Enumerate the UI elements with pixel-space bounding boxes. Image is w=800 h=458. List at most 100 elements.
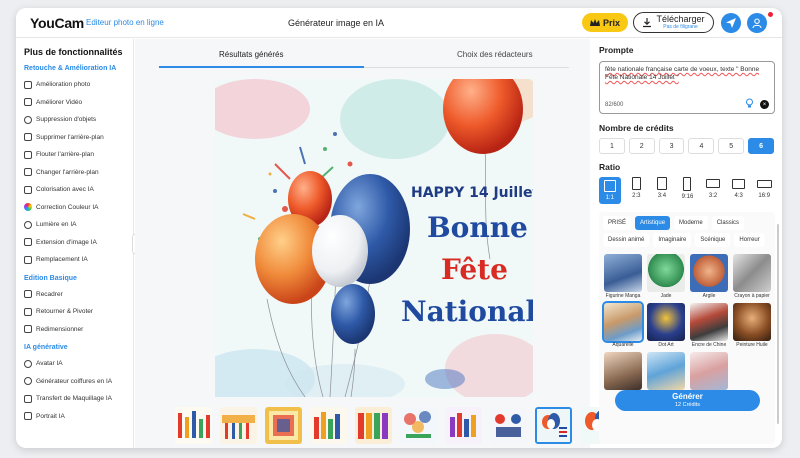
style-aquarelle[interactable]: Aquarelle <box>602 301 644 348</box>
style-label: Dot Art <box>658 342 674 348</box>
sidebar-item-lumiere[interactable]: Lumière en IA <box>24 216 133 234</box>
style-card[interactable] <box>603 352 643 391</box>
style-label: Argile <box>702 293 716 299</box>
credit-option-1[interactable]: 1 <box>599 138 625 154</box>
style-argile[interactable]: Argile <box>689 254 729 299</box>
generate-credits: 12 Crédits <box>674 401 701 408</box>
style-dot-art[interactable]: Dot Art <box>646 303 686 348</box>
credit-option-6[interactable]: 6 <box>748 138 774 154</box>
sidebar-item-recadrer[interactable]: Recadrer <box>24 286 133 304</box>
sidebar-item-portrait[interactable]: Portrait IA <box>24 408 133 426</box>
ratio-option-4-3[interactable]: 4:3 <box>729 177 749 204</box>
download-sublabel: Pas de filigrane <box>663 23 698 30</box>
sidebar-item-flouter-arriere-plan[interactable]: Flouter l'arrière-plan <box>24 146 133 164</box>
sidebar-item-correction-couleur[interactable]: Correction Couleur IA <box>24 199 133 217</box>
category-dessin-anime[interactable]: Dessin animé <box>603 233 650 247</box>
generate-button[interactable]: Générer 12 Crédits <box>615 390 760 411</box>
prompt-input[interactable]: fête nationale française carte de voeux,… <box>599 61 775 114</box>
category-artistique[interactable]: Artistique <box>635 216 671 230</box>
category-moderne[interactable]: Moderne <box>674 216 708 230</box>
sidebar-item-extension-image[interactable]: Extension d'image IA <box>24 234 133 252</box>
sidebar-item-label: Améliorer Vidéo <box>36 98 83 106</box>
replace-icon <box>24 255 32 264</box>
share-button[interactable] <box>721 13 741 33</box>
sidebar-item-suppression-objets[interactable]: Suppression d'objets <box>24 111 133 129</box>
prompt-char-count: 82/600 <box>605 102 624 108</box>
main-area: Résultats générés Choix des rédacteurs H… <box>135 39 617 448</box>
sidebar-section-edition: Edition Basique <box>24 274 77 282</box>
download-button[interactable]: Télécharger Pas de filigrane <box>633 12 714 33</box>
style-figurine-manga[interactable]: Figurine Manga <box>603 254 643 299</box>
crown-icon <box>589 18 600 26</box>
style-encre-chine[interactable]: Encre de Chine <box>689 303 729 348</box>
ratio-option-3-4[interactable]: 3:4 <box>652 177 672 204</box>
style-crayon-papier[interactable]: Crayon à papier <box>732 254 772 299</box>
credit-option-2[interactable]: 2 <box>628 138 655 154</box>
sidebar-item-label: Correction Couleur IA <box>36 203 99 211</box>
sidebar-item-label: Retourner & Pivoter <box>36 308 94 316</box>
sidebar-item-amelioration-photo[interactable]: Amélioration photo <box>24 76 133 94</box>
style-jade[interactable]: Jade <box>646 254 686 299</box>
background-change-icon <box>24 168 32 177</box>
sidebar-item-maquillage[interactable]: Transfert de Maquillage IA <box>24 390 133 408</box>
sidebar-item-supprimer-arriere-plan[interactable]: Supprimer l'arrière-plan <box>24 129 133 147</box>
resize-icon <box>24 325 32 334</box>
thumbnail[interactable] <box>175 407 212 444</box>
style-thumbnail <box>647 254 685 292</box>
image-text-fete: Fête <box>441 253 508 286</box>
bulb-icon[interactable] <box>745 98 754 110</box>
panel-scrollbar[interactable] <box>777 224 779 424</box>
video-icon <box>24 98 32 107</box>
ratio-option-1-1[interactable]: 1:1 <box>599 177 621 204</box>
thumbnail[interactable] <box>265 407 302 444</box>
pricing-label: Prix <box>602 17 620 28</box>
credit-option-3[interactable]: 3 <box>658 138 685 154</box>
thumbnail[interactable] <box>400 407 437 444</box>
category-scenique[interactable]: Scénique <box>695 233 731 247</box>
category-prise[interactable]: PRISÉ <box>603 216 632 230</box>
category-imaginaire[interactable]: Imaginaire <box>653 233 692 247</box>
ratio-label-text: 3:4 <box>657 193 667 199</box>
account-button[interactable] <box>747 13 767 33</box>
style-peinture-huile[interactable]: Peinture Huile <box>732 303 772 348</box>
sidebar-item-colorisation[interactable]: Colorisation avec IA <box>24 181 133 199</box>
clear-prompt-button[interactable]: × <box>760 100 769 109</box>
ratio-option-3-2[interactable]: 3:2 <box>703 177 723 204</box>
tab-choix-redacteurs[interactable]: Choix des rédacteurs <box>457 50 533 59</box>
thumbnail[interactable] <box>220 407 257 444</box>
sidebar-item-retourner[interactable]: Retourner & Pivoter <box>24 303 133 321</box>
pricing-button[interactable]: Prix <box>582 13 628 32</box>
ratio-option-9-16[interactable]: 9:16 <box>678 177 698 204</box>
tab-resultats[interactable]: Résultats générés <box>219 50 283 59</box>
style-thumbnail <box>647 303 685 341</box>
thumbnail[interactable] <box>490 407 527 444</box>
sidebar-item-changer-arriere-plan[interactable]: Changer l'arrière-plan <box>24 164 133 182</box>
sidebar-item-redimensionner[interactable]: Redimensionner <box>24 321 133 339</box>
sidebar-item-ameliorer-video[interactable]: Améliorer Vidéo <box>24 94 133 112</box>
credit-option-4[interactable]: 4 <box>688 138 715 154</box>
style-thumbnail <box>602 301 644 343</box>
thumbnail[interactable] <box>445 407 482 444</box>
credit-option-5[interactable]: 5 <box>718 138 745 154</box>
generated-image[interactable]: HAPPY 14 Juillet Bonne Fête Nationale <box>215 79 533 397</box>
thumbnail[interactable] <box>310 407 347 444</box>
style-category-tabs: PRISÉ Artistique Moderne Classics Dessin… <box>603 216 771 247</box>
close-icon: × <box>762 101 767 108</box>
sidebar-item-avatar[interactable]: Avatar IA <box>24 355 133 373</box>
style-thumbnail <box>733 254 771 292</box>
style-card[interactable] <box>646 352 686 391</box>
hairstyle-icon <box>24 377 32 386</box>
style-label: Encre de Chine <box>691 342 727 348</box>
category-horreur[interactable]: Horreur <box>734 233 765 247</box>
thumbnail[interactable] <box>355 407 392 444</box>
ratio-option-2-3[interactable]: 2:3 <box>627 177 647 204</box>
download-label: Télécharger <box>656 13 705 24</box>
sidebar-item-remplacement[interactable]: Remplacement IA <box>24 251 133 269</box>
ratio-option-16-9[interactable]: 16:9 <box>754 177 774 204</box>
thumbnail-selected[interactable] <box>535 407 572 444</box>
blur-icon <box>24 150 32 159</box>
sidebar-item-coiffures[interactable]: Générateur coiffures en IA <box>24 373 133 391</box>
style-card[interactable] <box>689 352 729 391</box>
category-classics[interactable]: Classics <box>711 216 745 230</box>
sidebar-item-label: Redimensionner <box>36 325 84 333</box>
